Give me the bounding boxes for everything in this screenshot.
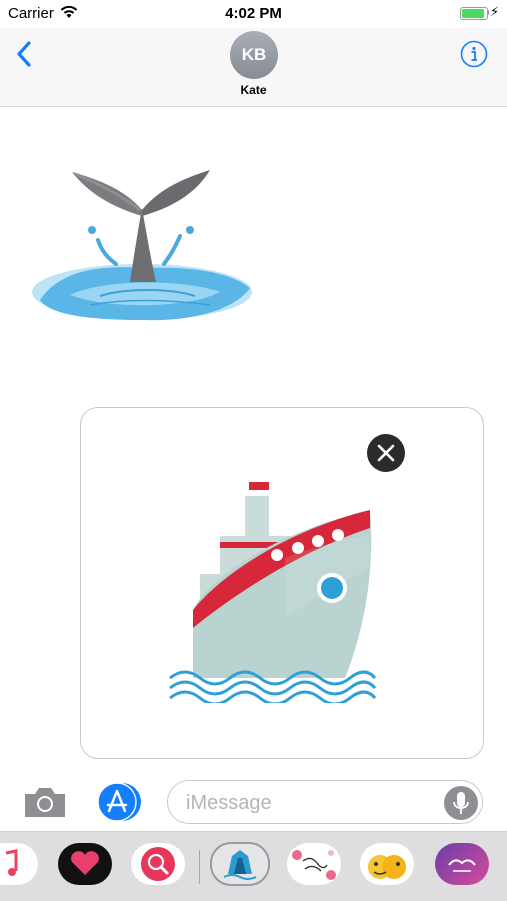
clock: 4:02 PM bbox=[225, 5, 282, 22]
whale-tail-sticker[interactable] bbox=[30, 160, 255, 330]
heart-app[interactable] bbox=[58, 843, 112, 885]
cool-dude-app[interactable] bbox=[435, 843, 489, 885]
ship-icon bbox=[223, 850, 257, 880]
battery-icon bbox=[460, 7, 488, 20]
avatar[interactable]: KB bbox=[230, 31, 278, 79]
search-globe-app[interactable] bbox=[131, 843, 185, 885]
floral-text-icon bbox=[292, 850, 336, 880]
heart-icon bbox=[71, 851, 99, 875]
charging-icon: ⚡ bbox=[490, 4, 500, 19]
emoji-icon bbox=[368, 855, 406, 879]
message-placeholder[interactable]: iMessage bbox=[186, 792, 272, 815]
ship-sticker-app[interactable] bbox=[210, 842, 270, 886]
search-globe-icon bbox=[141, 847, 175, 881]
3d-emoji-app[interactable] bbox=[360, 843, 414, 885]
microphone-icon[interactable] bbox=[444, 786, 478, 820]
drawer-divider bbox=[199, 850, 200, 884]
cruise-ship-sticker[interactable] bbox=[165, 478, 380, 703]
info-icon[interactable] bbox=[460, 40, 488, 68]
beautiful-day-app[interactable] bbox=[287, 843, 341, 885]
close-icon[interactable] bbox=[367, 434, 405, 472]
app-store-icon[interactable] bbox=[96, 782, 144, 822]
chevron-left-icon[interactable] bbox=[14, 40, 34, 68]
camera-icon[interactable] bbox=[22, 784, 68, 820]
contact-name[interactable]: Kate bbox=[0, 83, 507, 97]
battery-tip bbox=[487, 10, 489, 15]
cool-text-icon bbox=[448, 859, 476, 872]
